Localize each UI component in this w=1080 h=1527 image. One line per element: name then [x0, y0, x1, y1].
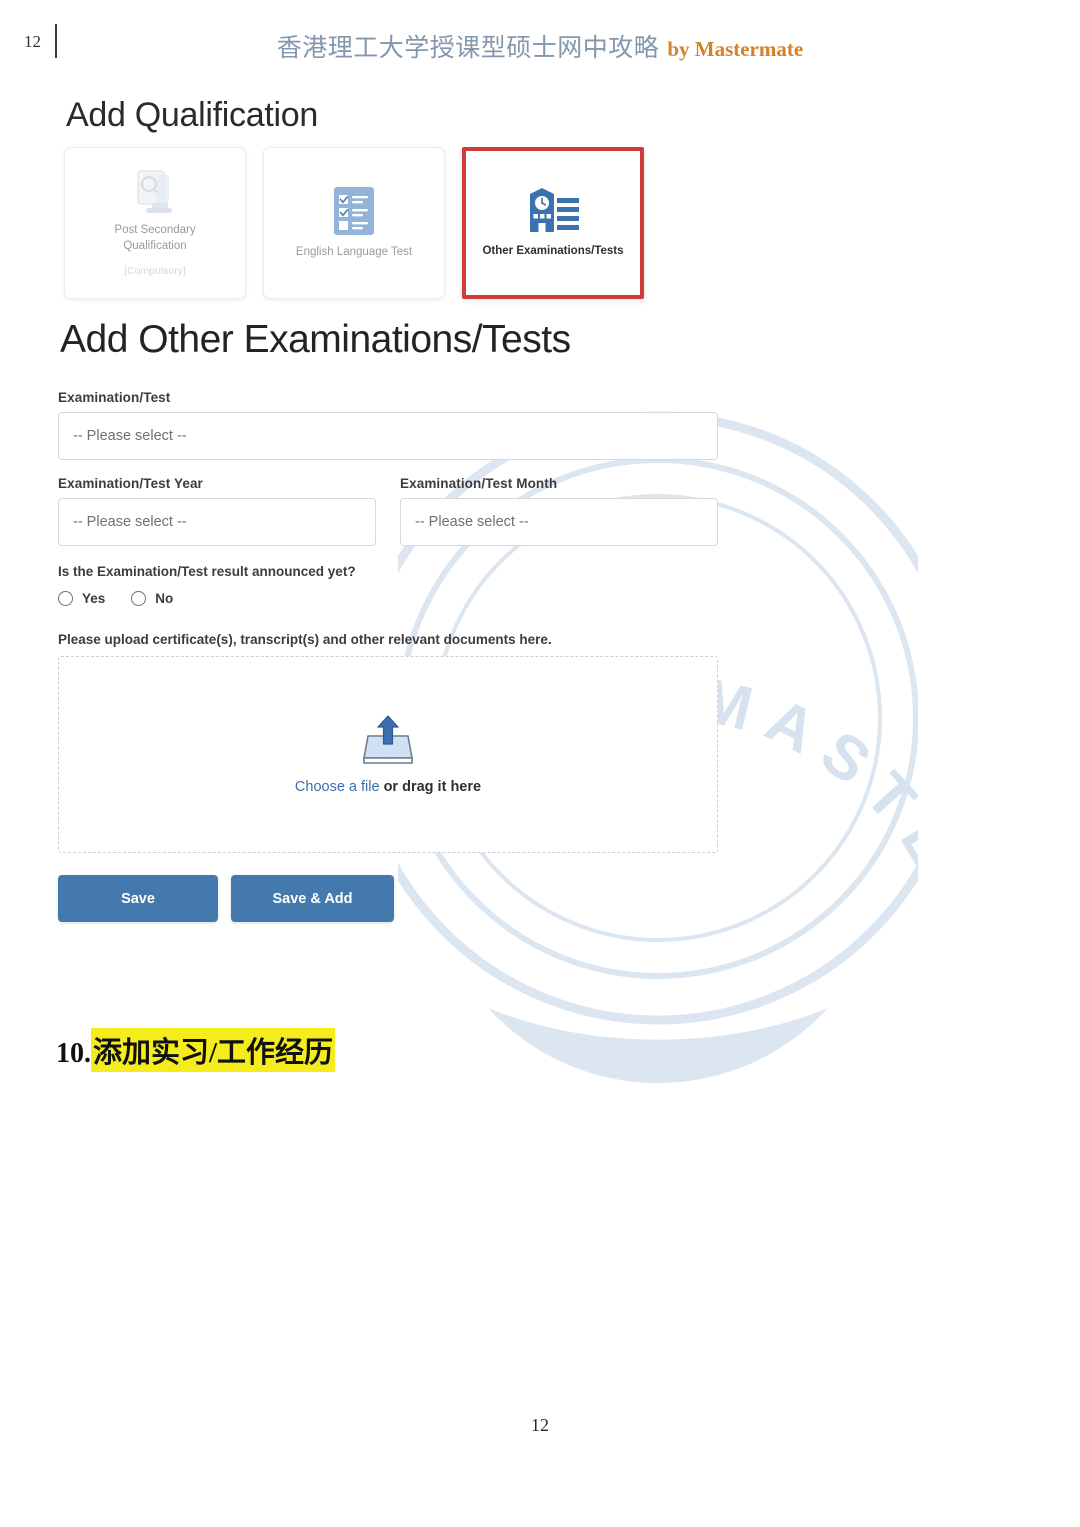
- card-label-line2: Qualification: [123, 239, 187, 252]
- radio-circle-icon[interactable]: [58, 591, 73, 607]
- exam-test-label: Examination/Test: [58, 390, 171, 405]
- form-action-buttons: Save Save & Add: [58, 875, 718, 923]
- checklist-icon: [330, 185, 378, 237]
- qualification-card-list: Post Secondary Qualification [Compulsory…: [64, 147, 644, 299]
- exam-test-value: -- Please select --: [73, 428, 187, 444]
- add-other-examinations-heading: Add Other Examinations/Tests: [60, 318, 571, 361]
- upload-tray-icon: [360, 714, 416, 766]
- step-index: 10.: [56, 1038, 91, 1069]
- school-building-clock-icon: [524, 186, 582, 236]
- exam-year-group: Examination/Test Year -- Please select -…: [58, 476, 376, 546]
- qualification-card-other-examinations[interactable]: Other Examinations/Tests: [462, 147, 644, 299]
- exam-month-group: Examination/Test Month -- Please select …: [400, 476, 718, 546]
- qualification-card-post-secondary[interactable]: Post Secondary Qualification [Compulsory…: [64, 147, 246, 299]
- save-and-add-button[interactable]: Save & Add: [231, 875, 394, 923]
- exam-month-label: Examination/Test Month: [400, 476, 558, 491]
- result-announced-radio-group: Yes No: [58, 591, 718, 607]
- choose-a-file-link[interactable]: Choose a file: [295, 779, 380, 795]
- result-announced-question: Is the Examination/Test result announced…: [58, 564, 356, 579]
- exam-test-select[interactable]: -- Please select --: [58, 412, 718, 460]
- radio-circle-icon[interactable]: [131, 591, 147, 607]
- header-title-cn: 香港理工大学授课型硕士网中攻略: [276, 35, 660, 62]
- qualification-card-label: English Language Test: [295, 246, 413, 259]
- document-magnifier-icon: [130, 169, 180, 215]
- step-heading: 10. 添加实习/工作经历: [56, 1028, 336, 1072]
- qualification-card-sublabel: [Compulsory]: [124, 265, 186, 278]
- radio-option-yes[interactable]: Yes: [58, 591, 106, 607]
- document-header: 香港理工大学授课型硕士网中攻略 by Mastermate: [0, 28, 1080, 64]
- svg-text:MASTERMATE: MASTERMATE: [693, 665, 918, 1088]
- save-button[interactable]: Save: [58, 875, 218, 923]
- radio-label-yes: Yes: [82, 591, 106, 607]
- add-other-examinations-form: Examination/Test -- Please select -- Exa…: [58, 390, 718, 923]
- document-page: 12 香港理工大学授课型硕士网中攻略 by Mastermate MASTERMA…: [0, 0, 1080, 1527]
- header-byline: by Mastermate: [667, 37, 804, 61]
- upload-instruction-label: Please upload certificate(s), transcript…: [58, 632, 552, 648]
- card-label-line1: Post Secondary: [114, 223, 196, 236]
- exam-year-label: Examination/Test Year: [58, 476, 203, 491]
- add-qualification-heading: Add Qualification: [66, 96, 318, 134]
- footer-page-number: 12: [531, 1415, 549, 1435]
- radio-option-no[interactable]: No: [131, 591, 174, 607]
- drag-it-here-text: or drag it here: [379, 779, 482, 796]
- file-dropzone[interactable]: Choose a file or drag it here: [58, 656, 718, 854]
- exam-month-select[interactable]: -- Please select --: [400, 498, 718, 546]
- radio-label-no: No: [155, 591, 174, 607]
- exam-year-value: -- Please select --: [73, 514, 187, 530]
- qualification-card-label: Post Secondary Qualification: [106, 223, 203, 254]
- dropzone-text: Choose a file or drag it here: [295, 779, 481, 795]
- exam-month-value: -- Please select --: [415, 514, 529, 530]
- step-text-highlighted: 添加实习/工作经历: [91, 1028, 336, 1072]
- exam-date-row: Examination/Test Year -- Please select -…: [58, 476, 718, 546]
- qualification-card-label: Other Examinations/Tests: [482, 245, 624, 258]
- exam-year-select[interactable]: -- Please select --: [58, 498, 376, 546]
- qualification-card-english-language-test[interactable]: English Language Test: [263, 147, 445, 299]
